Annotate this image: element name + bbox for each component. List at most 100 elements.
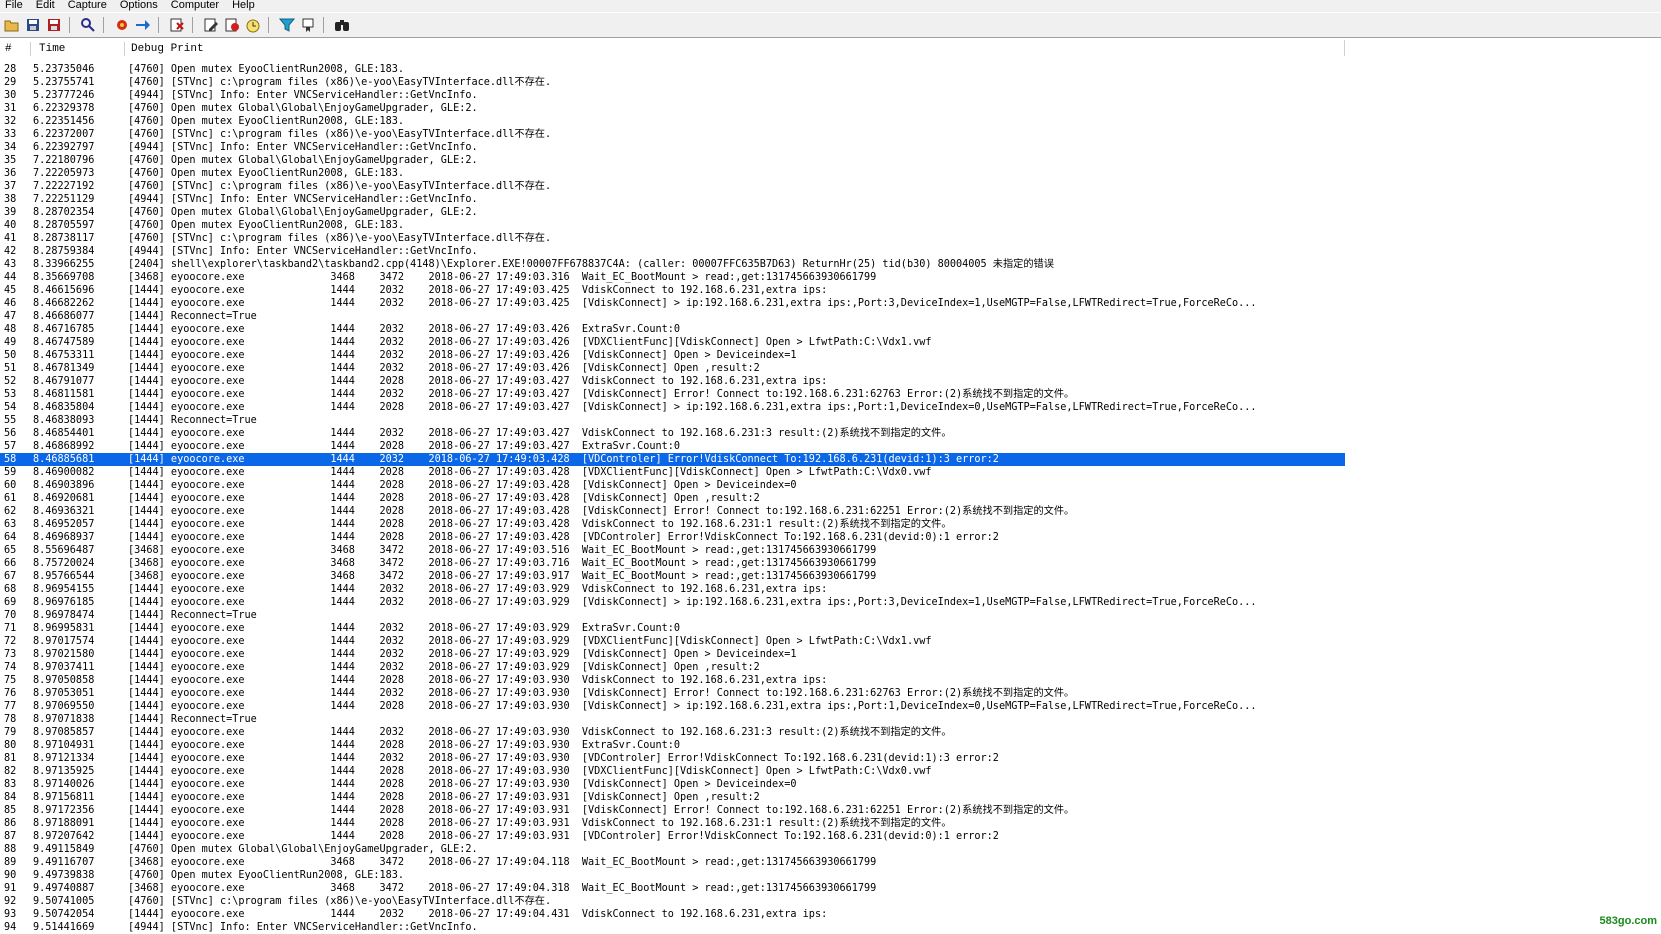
table-row[interactable]: 34 6.22392797 [4944] [STVnc] Info: Enter V… — [0, 141, 1345, 154]
find-icon[interactable] — [79, 16, 97, 34]
row-number: 91 — [4, 883, 17, 894]
table-row[interactable]: 28 5.23735046 [4760] Open mutex EyooClient… — [0, 63, 1345, 76]
row-number: 84 — [4, 792, 17, 803]
table-row[interactable]: 61 8.46920681 [1444] eyoocore.exe 1444 202… — [0, 492, 1345, 505]
table-row[interactable]: 65 8.55696487 [3468] eyoocore.exe 3468 347… — [0, 544, 1345, 557]
table-row[interactable]: 45 8.46615696 [1444] eyoocore.exe 1444 203… — [0, 284, 1345, 297]
column-header-time[interactable]: Time — [39, 43, 65, 55]
table-row[interactable]: 92 9.50741005 [4760] [STVnc] c:\program fi… — [0, 895, 1345, 908]
table-row[interactable]: 77 8.97069550 [1444] eyoocore.exe 1444 202… — [0, 700, 1345, 713]
table-row[interactable]: 51 8.46781349 [1444] eyoocore.exe 1444 203… — [0, 362, 1345, 375]
table-row[interactable]: 54 8.46835804 [1444] eyoocore.exe 1444 202… — [0, 401, 1345, 414]
autoscroll-icon[interactable] — [134, 16, 152, 34]
save-icon[interactable] — [24, 16, 42, 34]
table-row[interactable]: 93 9.50742054 [1444] eyoocore.exe 1444 203… — [0, 908, 1345, 921]
table-row[interactable]: 55 8.46838093 [1444] Reconnect=True — [0, 414, 1345, 427]
table-row[interactable]: 41 8.28738117 [4760] [STVnc] c:\program fi… — [0, 232, 1345, 245]
table-row[interactable]: 40 8.28705597 [4760] Open mutex EyooClient… — [0, 219, 1345, 232]
table-row[interactable]: 78 8.97071838 [1444] Reconnect=True — [0, 713, 1345, 726]
table-row[interactable]: 43 8.33966255 [2404] shell\explorer\taskba… — [0, 258, 1345, 271]
table-row[interactable]: 69 8.96976185 [1444] eyoocore.exe 1444 203… — [0, 596, 1345, 609]
row-time: 7.22227192 — [33, 181, 95, 192]
edit-filter-icon[interactable] — [202, 16, 220, 34]
save-as-icon[interactable] — [45, 16, 63, 34]
menu-computer[interactable]: Computer — [166, 0, 227, 11]
table-row[interactable]: 81 8.97121334 [1444] eyoocore.exe 1444 203… — [0, 752, 1345, 765]
highlight-icon[interactable] — [223, 16, 241, 34]
table-row[interactable]: 50 8.46753311 [1444] eyoocore.exe 1444 203… — [0, 349, 1345, 362]
table-row[interactable]: 84 8.97156811 [1444] eyoocore.exe 1444 202… — [0, 791, 1345, 804]
table-row[interactable]: 62 8.46936321 [1444] eyoocore.exe 1444 202… — [0, 505, 1345, 518]
table-row[interactable]: 64 8.46968937 [1444] eyoocore.exe 1444 202… — [0, 531, 1345, 544]
table-row[interactable]: 68 8.96954155 [1444] eyoocore.exe 1444 203… — [0, 583, 1345, 596]
table-row[interactable]: 82 8.97135925 [1444] eyoocore.exe 1444 202… — [0, 765, 1345, 778]
filter-icon[interactable] — [278, 16, 296, 34]
table-row[interactable]: 47 8.46686077 [1444] Reconnect=True — [0, 310, 1345, 323]
table-row[interactable]: 57 8.46868992 [1444] eyoocore.exe 1444 202… — [0, 440, 1345, 453]
open-icon[interactable] — [3, 16, 21, 34]
table-row[interactable]: 67 8.95766544 [3468] eyoocore.exe 3468 347… — [0, 570, 1345, 583]
table-row[interactable]: 91 9.49740887 [3468] eyoocore.exe 3468 347… — [0, 882, 1345, 895]
table-row[interactable]: 80 8.97104931 [1444] eyoocore.exe 1444 202… — [0, 739, 1345, 752]
table-row[interactable]: 32 6.22351456 [4760] Open mutex EyooClient… — [0, 115, 1345, 128]
table-row[interactable]: 85 8.97172356 [1444] eyoocore.exe 1444 202… — [0, 804, 1345, 817]
clear-icon[interactable] — [168, 16, 186, 34]
table-row[interactable]: 76 8.97053051 [1444] eyoocore.exe 1444 203… — [0, 687, 1345, 700]
table-row[interactable]: 33 6.22372007 [4760] [STVnc] c:\program fi… — [0, 128, 1345, 141]
table-row[interactable]: 66 8.75720024 [3468] eyoocore.exe 3468 347… — [0, 557, 1345, 570]
menu-capture[interactable]: Capture — [63, 0, 115, 11]
table-row[interactable]: 70 8.96978474 [1444] Reconnect=True — [0, 609, 1345, 622]
row-debug-print: [1444] eyoocore.exe 1444 2032 2018-06-27… — [128, 389, 1075, 400]
table-row[interactable]: 86 8.97188091 [1444] eyoocore.exe 1444 202… — [0, 817, 1345, 830]
table-row[interactable]: 74 8.97037411 [1444] eyoocore.exe 1444 203… — [0, 661, 1345, 674]
table-row[interactable]: 37 7.22227192 [4760] [STVnc] c:\program fi… — [0, 180, 1345, 193]
table-row[interactable]: 90 9.49739838 [4760] Open mutex EyooClient… — [0, 869, 1345, 882]
table-row[interactable]: 63 8.46952057 [1444] eyoocore.exe 1444 202… — [0, 518, 1345, 531]
table-row[interactable]: 73 8.97021580 [1444] eyoocore.exe 1444 203… — [0, 648, 1345, 661]
column-divider[interactable] — [1344, 40, 1345, 56]
table-row[interactable]: 72 8.97017574 [1444] eyoocore.exe 1444 203… — [0, 635, 1345, 648]
table-row[interactable]: 71 8.96995831 [1444] eyoocore.exe 1444 203… — [0, 622, 1345, 635]
column-header-number[interactable]: # — [5, 43, 12, 55]
column-divider[interactable] — [124, 42, 125, 56]
table-row[interactable]: 44 8.35669708 [3468] eyoocore.exe 3468 347… — [0, 271, 1345, 284]
table-row[interactable]: 89 9.49116707 [3468] eyoocore.exe 3468 347… — [0, 856, 1345, 869]
table-row[interactable]: 58 8.46885681 [1444] eyoocore.exe 1444 203… — [0, 453, 1345, 466]
table-row[interactable]: 83 8.97140026 [1444] eyoocore.exe 1444 202… — [0, 778, 1345, 791]
history-icon[interactable] — [244, 16, 262, 34]
table-row[interactable]: 60 8.46903896 [1444] eyoocore.exe 1444 202… — [0, 479, 1345, 492]
table-row[interactable]: 79 8.97085857 [1444] eyoocore.exe 1444 203… — [0, 726, 1345, 739]
table-row[interactable]: 39 8.28702354 [4760] Open mutex Global\Glo… — [0, 206, 1345, 219]
row-debug-print: [1444] eyoocore.exe 1444 2028 2018-06-27… — [128, 740, 681, 751]
capture-icon[interactable] — [113, 16, 131, 34]
table-row[interactable]: 52 8.46791077 [1444] eyoocore.exe 1444 202… — [0, 375, 1345, 388]
menu-options[interactable]: Options — [115, 0, 166, 11]
table-row[interactable]: 56 8.46854401 [1444] eyoocore.exe 1444 203… — [0, 427, 1345, 440]
table-row[interactable]: 31 6.22329378 [4760] Open mutex Global\Glo… — [0, 102, 1345, 115]
table-row[interactable]: 87 8.97207642 [1444] eyoocore.exe 1444 202… — [0, 830, 1345, 843]
table-row[interactable]: 35 7.22180796 [4760] Open mutex Global\Glo… — [0, 154, 1345, 167]
menu-edit[interactable]: Edit — [31, 0, 63, 11]
bookmark-icon[interactable] — [299, 16, 317, 34]
table-row[interactable]: 46 8.46682262 [1444] eyoocore.exe 1444 203… — [0, 297, 1345, 310]
row-debug-print: [4760] Open mutex EyooClientRun2008, GLE… — [128, 64, 405, 75]
table-row[interactable]: 30 5.23777246 [4944] [STVnc] Info: Enter V… — [0, 89, 1345, 102]
row-time: 8.97104931 — [33, 740, 95, 751]
table-row[interactable]: 38 7.22251129 [4944] [STVnc] Info: Enter V… — [0, 193, 1345, 206]
table-row[interactable]: 36 7.22205973 [4760] Open mutex EyooClient… — [0, 167, 1345, 180]
menu-help[interactable]: Help — [227, 0, 263, 11]
binoculars-icon[interactable] — [333, 16, 351, 34]
table-row[interactable]: 94 9.51441669 [4944] [STVnc] Info: Enter V… — [0, 921, 1345, 934]
table-row[interactable]: 75 8.97050858 [1444] eyoocore.exe 1444 202… — [0, 674, 1345, 687]
table-row[interactable]: 59 8.46900082 [1444] eyoocore.exe 1444 202… — [0, 466, 1345, 479]
table-row[interactable]: 29 5.23755741 [4760] [STVnc] c:\program fi… — [0, 76, 1345, 89]
table-row[interactable]: 49 8.46747589 [1444] eyoocore.exe 1444 203… — [0, 336, 1345, 349]
row-number: 85 — [4, 805, 17, 816]
column-header-debug-print[interactable]: Debug Print — [131, 43, 204, 55]
table-row[interactable]: 48 8.46716785 [1444] eyoocore.exe 1444 203… — [0, 323, 1345, 336]
table-row[interactable]: 53 8.46811581 [1444] eyoocore.exe 1444 203… — [0, 388, 1345, 401]
menu-file[interactable]: File — [0, 0, 31, 11]
column-divider[interactable] — [30, 42, 31, 56]
table-row[interactable]: 88 9.49115849 [4760] Open mutex Global\Glo… — [0, 843, 1345, 856]
table-row[interactable]: 42 8.28759384 [4944] [STVnc] Info: Enter V… — [0, 245, 1345, 258]
